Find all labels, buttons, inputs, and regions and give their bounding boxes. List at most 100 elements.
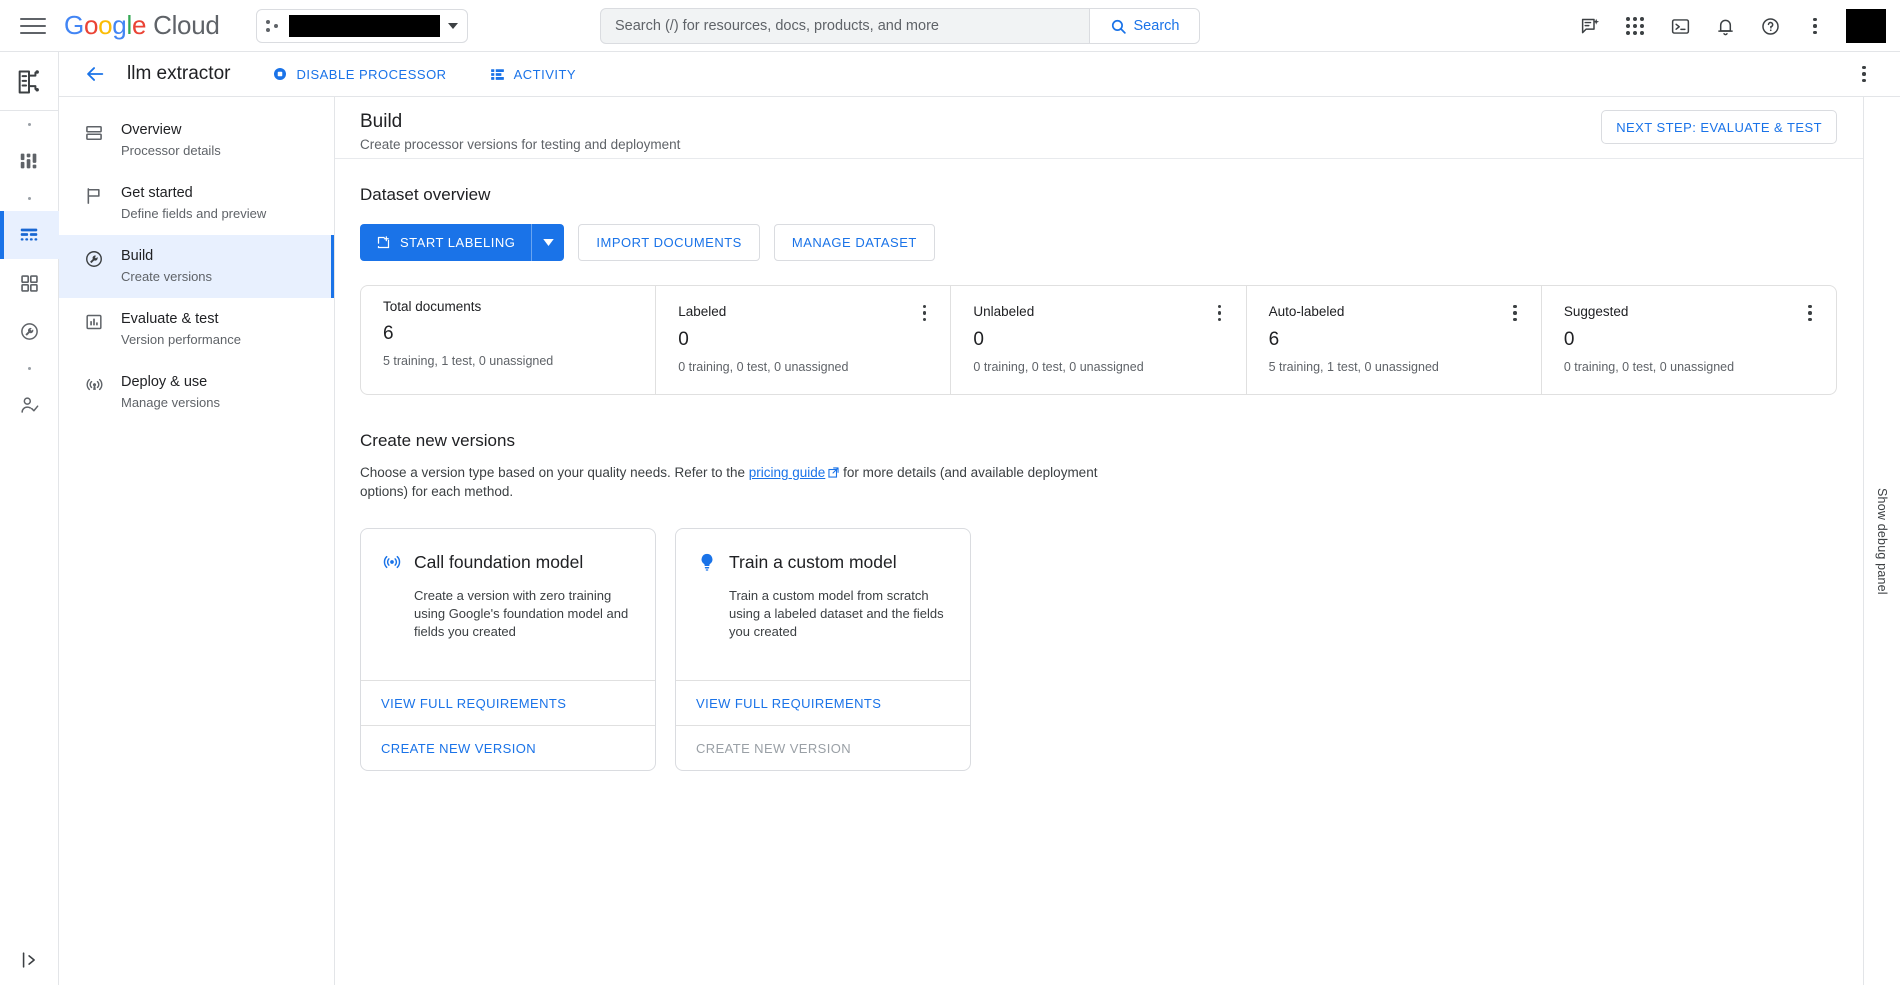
card-title: Call foundation model [414,552,583,573]
stat-breakdown: 5 training, 1 test, 0 unassigned [1269,360,1519,374]
sidebar-sub-deploy-use: Manage versions [121,393,220,412]
stat-value: 0 [1564,329,1814,351]
wrench-icon [83,248,105,270]
rail-spacer-dot [0,185,59,211]
version-type-cards: Call foundation model Create a version w… [360,528,1837,771]
cloud-shell-terminal-icon[interactable] [1660,6,1700,46]
notifications-bell-icon[interactable] [1705,6,1745,46]
main-content: Build Create processor versions for test… [335,97,1863,985]
sidebar-item-deploy-use[interactable]: Deploy & use Manage versions [59,361,334,424]
flag-icon [83,185,105,207]
stat-value: 6 [383,323,633,345]
view-full-requirements-link[interactable]: VIEW FULL REQUIREMENTS [676,680,970,725]
stat-value: 6 [1269,329,1519,351]
sidebar-label-build: Build [121,247,212,266]
rail-item-dashboard[interactable] [0,137,59,185]
cloud-wordmark: Cloud [153,10,219,40]
activity-label: ACTIVITY [514,67,577,82]
rail-item-identity-verification[interactable] [0,381,59,429]
lightbulb-icon [696,551,718,573]
project-dots-icon [266,18,281,34]
rail-item-gallery[interactable] [0,259,59,307]
sidebar-item-build[interactable]: Build Create versions [59,235,334,298]
hamburger-icon[interactable] [20,16,46,36]
stat-more-options-icon[interactable] [1503,301,1527,325]
start-labeling-dropdown-button[interactable] [531,224,564,261]
project-picker[interactable] [256,9,468,43]
desc-text-part1: Choose a version type based on your qual… [360,465,749,480]
disable-processor-label: DISABLE PROCESSOR [296,67,446,82]
label-add-icon [376,235,391,250]
stat-card-labeled: Labeled 0 0 training, 0 test, 0 unassign… [655,286,950,394]
titlebar-more-options-icon[interactable] [1848,58,1880,90]
stat-breakdown: 5 training, 1 test, 0 unassigned [383,354,633,368]
create-versions-description: Choose a version type based on your qual… [360,463,1120,501]
card-header: Train a custom model [696,551,950,573]
sidebar-label-get-started: Get started [121,184,266,203]
stat-title: Unlabeled [973,304,1223,319]
card-title: Train a custom model [729,552,897,573]
apps-grid-icon[interactable] [1615,6,1655,46]
back-arrow-icon[interactable] [81,60,109,88]
create-new-version-link[interactable]: CREATE NEW VERSION [361,725,655,770]
google-cloud-logo[interactable]: GoogleCloud [64,10,220,41]
broadcast-icon [381,551,403,573]
card-header: Call foundation model [381,551,635,573]
view-full-requirements-link[interactable]: VIEW FULL REQUIREMENTS [361,680,655,725]
stat-breakdown: 0 training, 0 test, 0 unassigned [1564,360,1814,374]
dataset-action-row: START LABELING IMPORT DOCUMENTS MANAGE D… [360,224,1837,261]
search-input[interactable] [601,9,1089,43]
external-link-icon [828,467,839,478]
rail-expand-button[interactable] [0,949,59,971]
more-options-icon[interactable] [1795,6,1835,46]
stat-more-options-icon[interactable] [912,301,936,325]
stat-value: 0 [973,329,1223,351]
product-icon-rail [0,52,59,985]
sidebar-item-get-started[interactable]: Get started Define fields and preview [59,172,334,235]
import-documents-button[interactable]: IMPORT DOCUMENTS [578,224,759,261]
activity-button[interactable]: ACTIVITY [489,66,577,83]
chevron-down-icon [448,23,458,29]
dashboard-icon [18,150,40,172]
processor-sidebar: Overview Processor details Get started D… [59,97,335,985]
search-bar[interactable]: Search [600,8,1200,44]
stat-card-suggested: Suggested 0 0 training, 0 test, 0 unassi… [1541,286,1836,394]
stat-title: Suggested [1564,304,1814,319]
manage-dataset-button[interactable]: MANAGE DATASET [774,224,935,261]
sidebar-sub-overview: Processor details [121,141,221,160]
stat-value: 0 [678,329,928,351]
disable-processor-button[interactable]: DISABLE PROCESSOR [272,66,446,82]
document-ai-logo-icon[interactable] [9,62,49,102]
avatar[interactable] [1846,9,1886,43]
sidebar-item-overview[interactable]: Overview Processor details [59,109,334,172]
create-new-versions-section: Create new versions Choose a version typ… [360,431,1837,771]
stat-more-options-icon[interactable] [1798,301,1822,325]
stat-title: Total documents [383,299,633,314]
card-description: Create a version with zero training usin… [414,587,635,641]
version-card-foundation-model: Call foundation model Create a version w… [360,528,656,771]
rail-item-processors[interactable] [0,211,59,259]
start-labeling-label: START LABELING [400,235,515,250]
header-icon-group [1570,0,1900,52]
next-step-button[interactable]: NEXT STEP: EVALUATE & TEST [1601,110,1837,144]
search-button-label: Search [1134,18,1180,34]
show-debug-panel-button[interactable]: Show debug panel [1863,97,1900,985]
gemini-chat-icon[interactable] [1570,6,1610,46]
processor-gallery-icon [19,273,40,294]
pricing-guide-link[interactable]: pricing guide [749,465,826,480]
broadcast-icon [83,374,105,396]
chevron-down-icon [543,239,554,246]
search-button[interactable]: Search [1089,9,1199,43]
stat-card-total-documents: Total documents 6 5 training, 1 test, 0 … [361,286,655,394]
rail-item-custom-build[interactable] [0,307,59,355]
stat-card-unlabeled: Unlabeled 0 0 training, 0 test, 0 unassi… [950,286,1245,394]
stat-more-options-icon[interactable] [1208,301,1232,325]
start-labeling-button-group[interactable]: START LABELING [360,224,564,261]
help-circle-icon[interactable] [1750,6,1790,46]
content-header: Build Create processor versions for test… [335,97,1863,159]
top-header: GoogleCloud Search [0,0,1900,52]
expand-panel-icon [19,949,41,971]
sidebar-item-evaluate-test[interactable]: Evaluate & test Version performance [59,298,334,361]
page-titlebar: llm extractor DISABLE PROCESSOR ACTIVITY [59,52,1900,97]
start-labeling-button[interactable]: START LABELING [360,235,531,250]
